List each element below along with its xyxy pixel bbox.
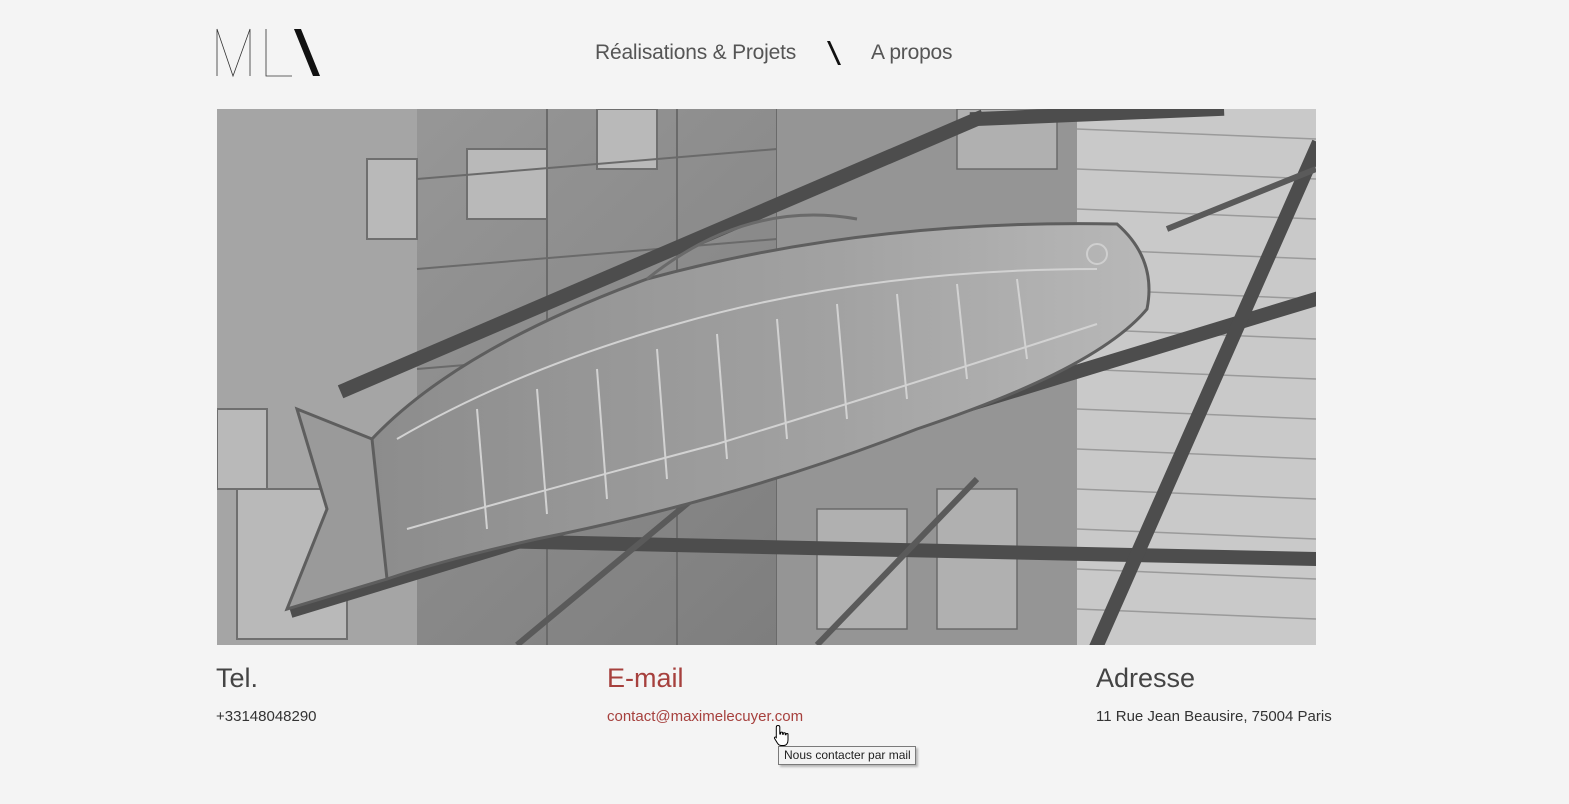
tel-value[interactable]: +33148048290 <box>216 708 317 726</box>
page: Réalisations & Projets A propos Tel. +33… <box>0 0 1569 804</box>
neon-fish-sign-illustration <box>217 109 1316 645</box>
hand-pointer-icon <box>772 724 792 748</box>
tel-heading: Tel. <box>216 663 259 693</box>
logo-mark <box>216 28 320 78</box>
contact-address: Adresse 11 Rue Jean Beausire, 75004 Pari… <box>1096 662 1332 726</box>
hero-image <box>217 109 1316 645</box>
contact-email: E-mail contact@maximelecuyer.com <box>607 662 803 726</box>
nav-item-projects[interactable]: Réalisations & Projets <box>595 41 796 65</box>
nav-separator-icon <box>827 39 842 67</box>
site-logo[interactable] <box>216 28 322 78</box>
main-nav: Réalisations & Projets A propos <box>595 38 953 68</box>
email-tooltip: Nous contacter par mail <box>778 746 916 765</box>
address-value: 11 Rue Jean Beausire, 75004 Paris <box>1096 708 1332 725</box>
email-heading: E-mail <box>607 663 684 693</box>
nav-item-about[interactable]: A propos <box>871 41 952 65</box>
contact-tel: Tel. +33148048290 <box>216 662 317 726</box>
address-heading: Adresse <box>1096 663 1196 693</box>
